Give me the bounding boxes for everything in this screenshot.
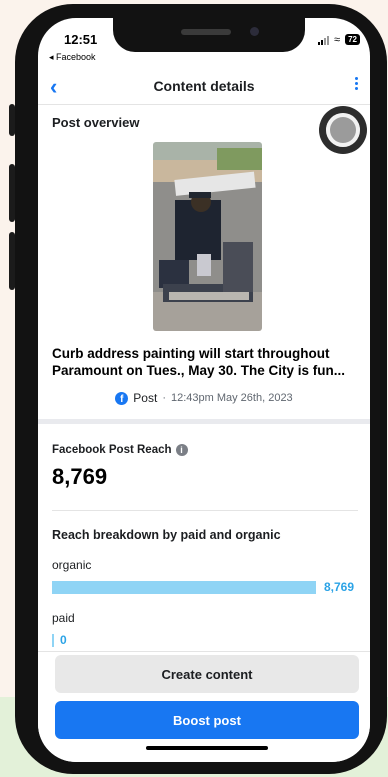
- camera-icon: [250, 27, 259, 36]
- battery-icon: 72: [345, 34, 360, 45]
- create-content-button[interactable]: Create content: [55, 655, 359, 693]
- breakdown-bar-organic: [52, 581, 316, 594]
- post-photo-illustration: [153, 142, 262, 331]
- home-indicator[interactable]: [146, 746, 268, 750]
- phone-screen: 12:51 ◂ Facebook ≈ 72 ‹ Content details …: [38, 18, 370, 762]
- reach-label: Facebook Post Reach i: [52, 444, 188, 456]
- notch: [113, 18, 305, 52]
- post-meta: f Post · 12:43pm May 26th, 2023: [38, 391, 370, 405]
- reach-value: 8,769: [52, 464, 108, 489]
- info-icon[interactable]: i: [175, 444, 188, 456]
- post-timestamp: 12:43pm May 26th, 2023: [170, 392, 293, 404]
- facebook-icon: f: [115, 391, 129, 405]
- signal-icon: [318, 35, 330, 45]
- reach-label-text: Facebook Post Reach: [52, 444, 172, 456]
- post-image[interactable]: [153, 142, 262, 331]
- breakdown-row-label-paid: paid: [52, 611, 75, 625]
- side-button-volume-up: [9, 164, 15, 222]
- post-headline[interactable]: Curb address painting will start through…: [52, 345, 358, 379]
- wifi-icon: ≈: [334, 33, 341, 46]
- reach-divider: [52, 510, 358, 511]
- top-navigation-bar: ‹ Content details: [38, 68, 370, 105]
- breakdown-title: Reach breakdown by paid and organic: [52, 528, 281, 542]
- back-to-app-link[interactable]: ◂ Facebook: [49, 52, 96, 63]
- boost-post-button[interactable]: Boost post: [55, 701, 359, 739]
- side-button-volume-down: [9, 232, 15, 290]
- post-type-label: Post: [133, 391, 158, 405]
- breakdown-row-label-organic: organic: [52, 558, 92, 572]
- kebab-menu-icon[interactable]: [355, 77, 358, 90]
- post-overview-title: Post overview: [52, 115, 140, 130]
- side-button-mute: [9, 104, 15, 136]
- breakdown-value-paid: 0: [60, 633, 67, 647]
- status-time: 12:51: [64, 32, 98, 47]
- floating-assistive-button[interactable]: [319, 106, 367, 154]
- section-divider: [38, 419, 370, 424]
- breakdown-value-organic: 8,769: [324, 580, 355, 594]
- speaker-grille: [181, 29, 231, 35]
- status-icons: ≈ 72: [318, 34, 360, 45]
- breakdown-bar-paid: [52, 634, 54, 647]
- meta-separator: ·: [162, 392, 166, 404]
- page-title: Content details: [153, 78, 255, 94]
